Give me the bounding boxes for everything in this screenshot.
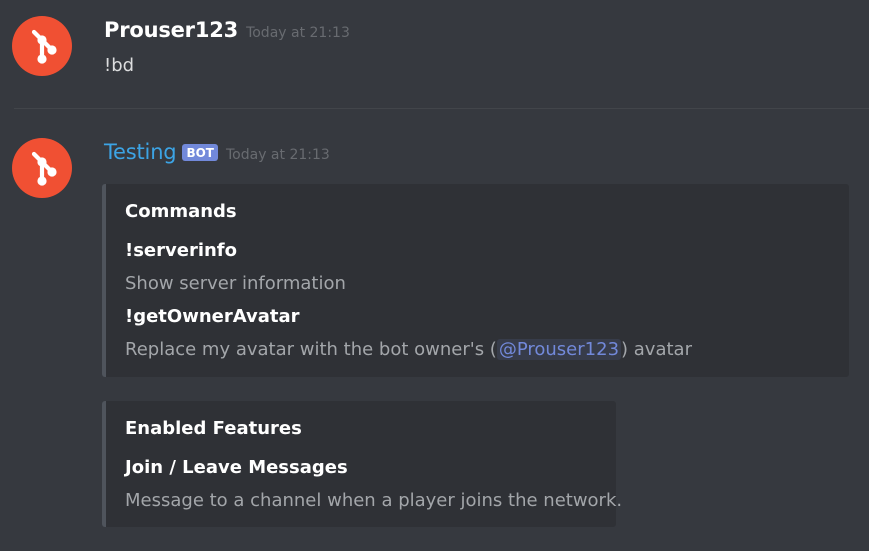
embed-commands: Commands !serverinfo Show server informa… — [102, 184, 849, 377]
embed-enabled-features: Enabled Features Join / Leave Messages M… — [102, 401, 622, 527]
timestamp: Today at 21:13 — [246, 25, 350, 41]
message-testing-bot: Testing BOT Today at 21:13 Commands !ser… — [0, 110, 869, 551]
timestamp: Today at 21:13 — [225, 147, 330, 163]
username[interactable]: Prouser123 — [104, 18, 238, 42]
embed-field-name: !getOwnerAvatar — [125, 306, 300, 327]
message-header: Testing BOT Today at 21:13 — [104, 140, 330, 164]
message-prouser123: Prouser123 Today at 21:13 !bd — [0, 0, 869, 108]
avatar[interactable] — [12, 138, 72, 198]
embed-field-name: !serverinfo — [125, 240, 238, 261]
message-header: Prouser123 Today at 21:13 — [104, 18, 350, 42]
embed-title: Commands — [125, 201, 237, 222]
avatar[interactable] — [12, 16, 72, 76]
field-value-text: Replace my avatar with the bot owner's ( — [125, 339, 497, 360]
message-divider — [14, 108, 869, 109]
embed-title: Enabled Features — [125, 418, 302, 439]
username[interactable]: Testing — [104, 140, 177, 164]
bot-badge: BOT — [182, 144, 218, 161]
field-value-text: ) avatar — [621, 339, 692, 360]
embed-field-name: Join / Leave Messages — [125, 457, 348, 478]
user-mention[interactable]: @Prouser123 — [496, 339, 622, 360]
git-logo-icon — [31, 151, 57, 186]
git-logo-icon — [31, 29, 57, 64]
embed-field-value: Message to a channel when a player joins… — [125, 490, 623, 511]
chat-messages: Prouser123 Today at 21:13 !bd Testing BO… — [0, 0, 869, 551]
embed-field-value: Show server information — [125, 273, 346, 294]
embed-field-value: Replace my avatar with the bot owner's (… — [125, 339, 692, 360]
message-content: !bd — [104, 55, 135, 76]
